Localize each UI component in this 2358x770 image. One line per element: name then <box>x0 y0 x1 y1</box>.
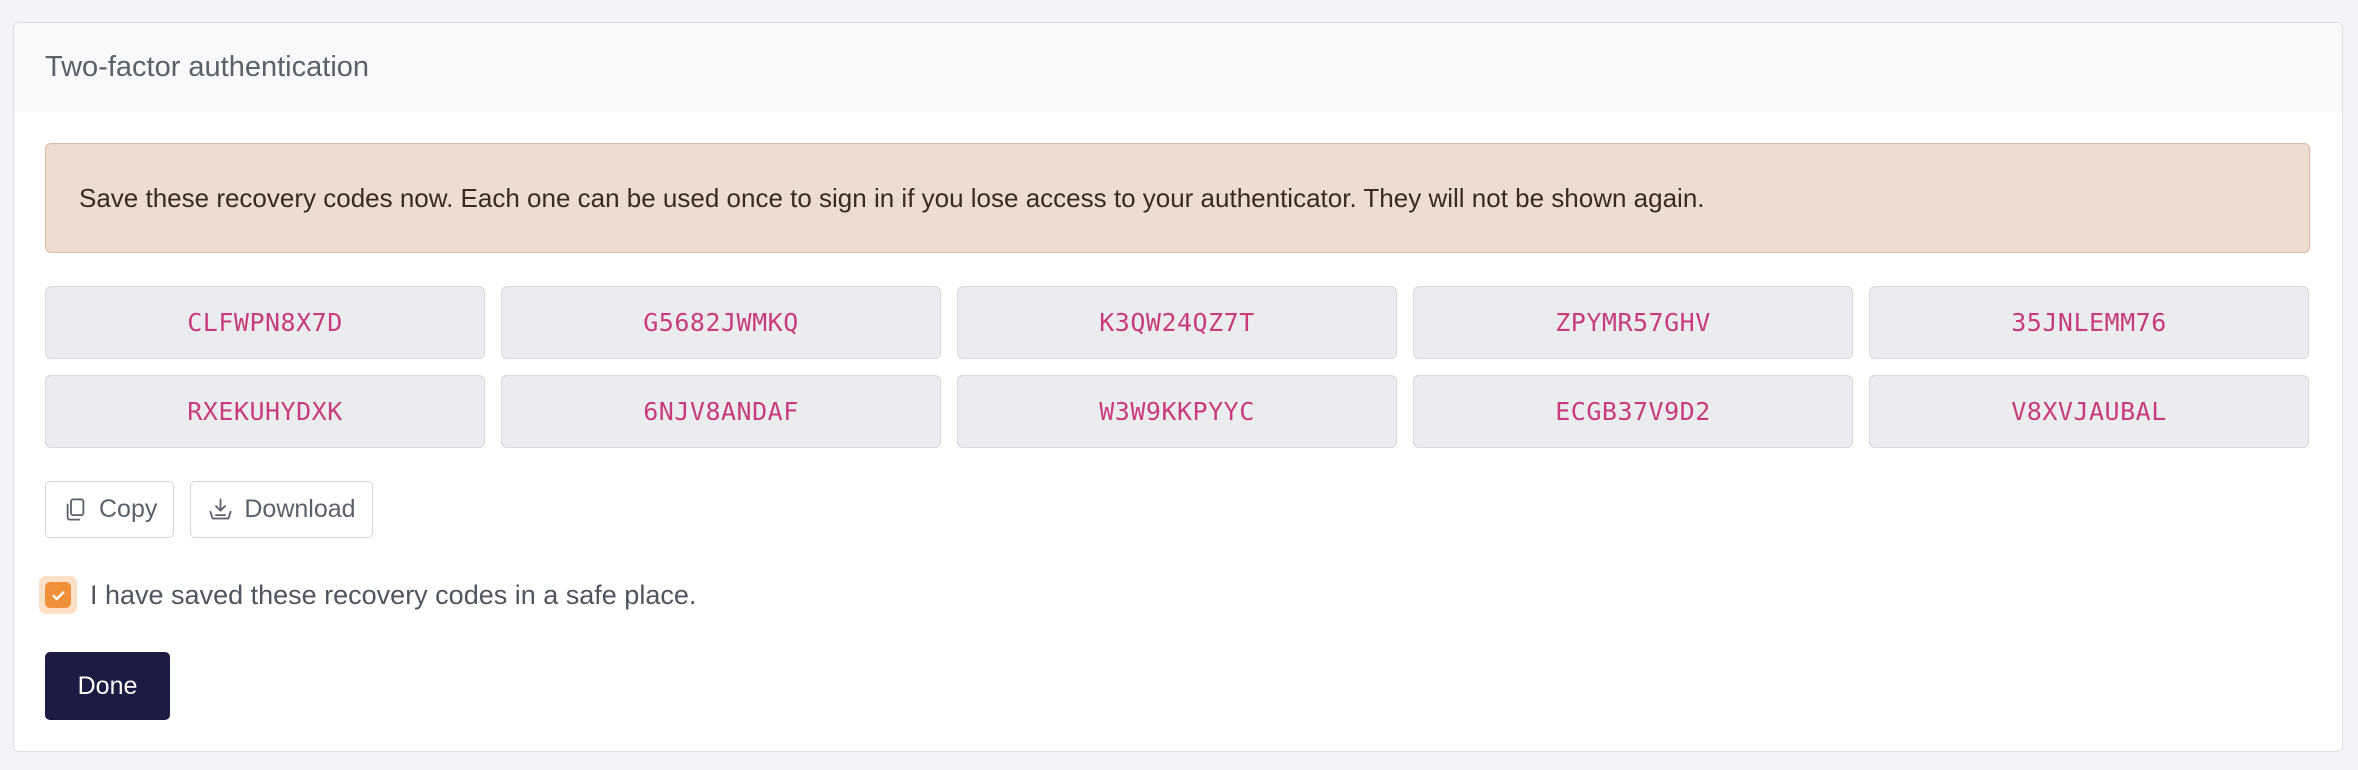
done-button[interactable]: Done <box>45 652 170 720</box>
download-icon <box>209 498 232 520</box>
saved-checkbox[interactable] <box>39 576 77 614</box>
recovery-code: ZPYMR57GHV <box>1413 286 1853 359</box>
code-actions: Copy Download <box>45 481 2311 538</box>
recovery-code: K3QW24QZ7T <box>957 286 1397 359</box>
card-header: Two-factor authentication <box>14 23 2342 112</box>
recovery-code: RXEKUHYDXK <box>45 375 485 448</box>
recovery-code: V8XVJAUBAL <box>1869 375 2309 448</box>
recovery-code: ECGB37V9D2 <box>1413 375 1853 448</box>
download-button-label: Download <box>244 495 356 523</box>
recovery-code: CLFWPN8X7D <box>45 286 485 359</box>
checkbox-checked <box>45 582 71 608</box>
recovery-code: 35JNLEMM76 <box>1869 286 2309 359</box>
recovery-warning-alert: Save these recovery codes now. Each one … <box>45 143 2310 253</box>
recovery-codes-grid: CLFWPN8X7D G5682JWMKQ K3QW24QZ7T ZPYMR57… <box>45 286 2311 448</box>
alert-message: Save these recovery codes now. Each one … <box>79 182 1705 213</box>
card-title: Two-factor authentication <box>45 51 370 83</box>
copy-button[interactable]: Copy <box>45 481 175 538</box>
download-button[interactable]: Download <box>190 481 373 538</box>
two-factor-card: Two-factor authentication Save these rec… <box>13 22 2343 752</box>
check-icon <box>51 590 65 600</box>
saved-checkbox-label[interactable]: I have saved these recovery codes in a s… <box>90 580 696 611</box>
card-body: Save these recovery codes now. Each one … <box>14 112 2342 720</box>
recovery-code: 6NJV8ANDAF <box>501 375 941 448</box>
recovery-code: W3W9KKPYYC <box>957 375 1397 448</box>
copy-button-label: Copy <box>99 495 158 523</box>
saved-confirmation: I have saved these recovery codes in a s… <box>39 576 2311 614</box>
copy-icon <box>66 498 85 521</box>
recovery-code: G5682JWMKQ <box>501 286 941 359</box>
